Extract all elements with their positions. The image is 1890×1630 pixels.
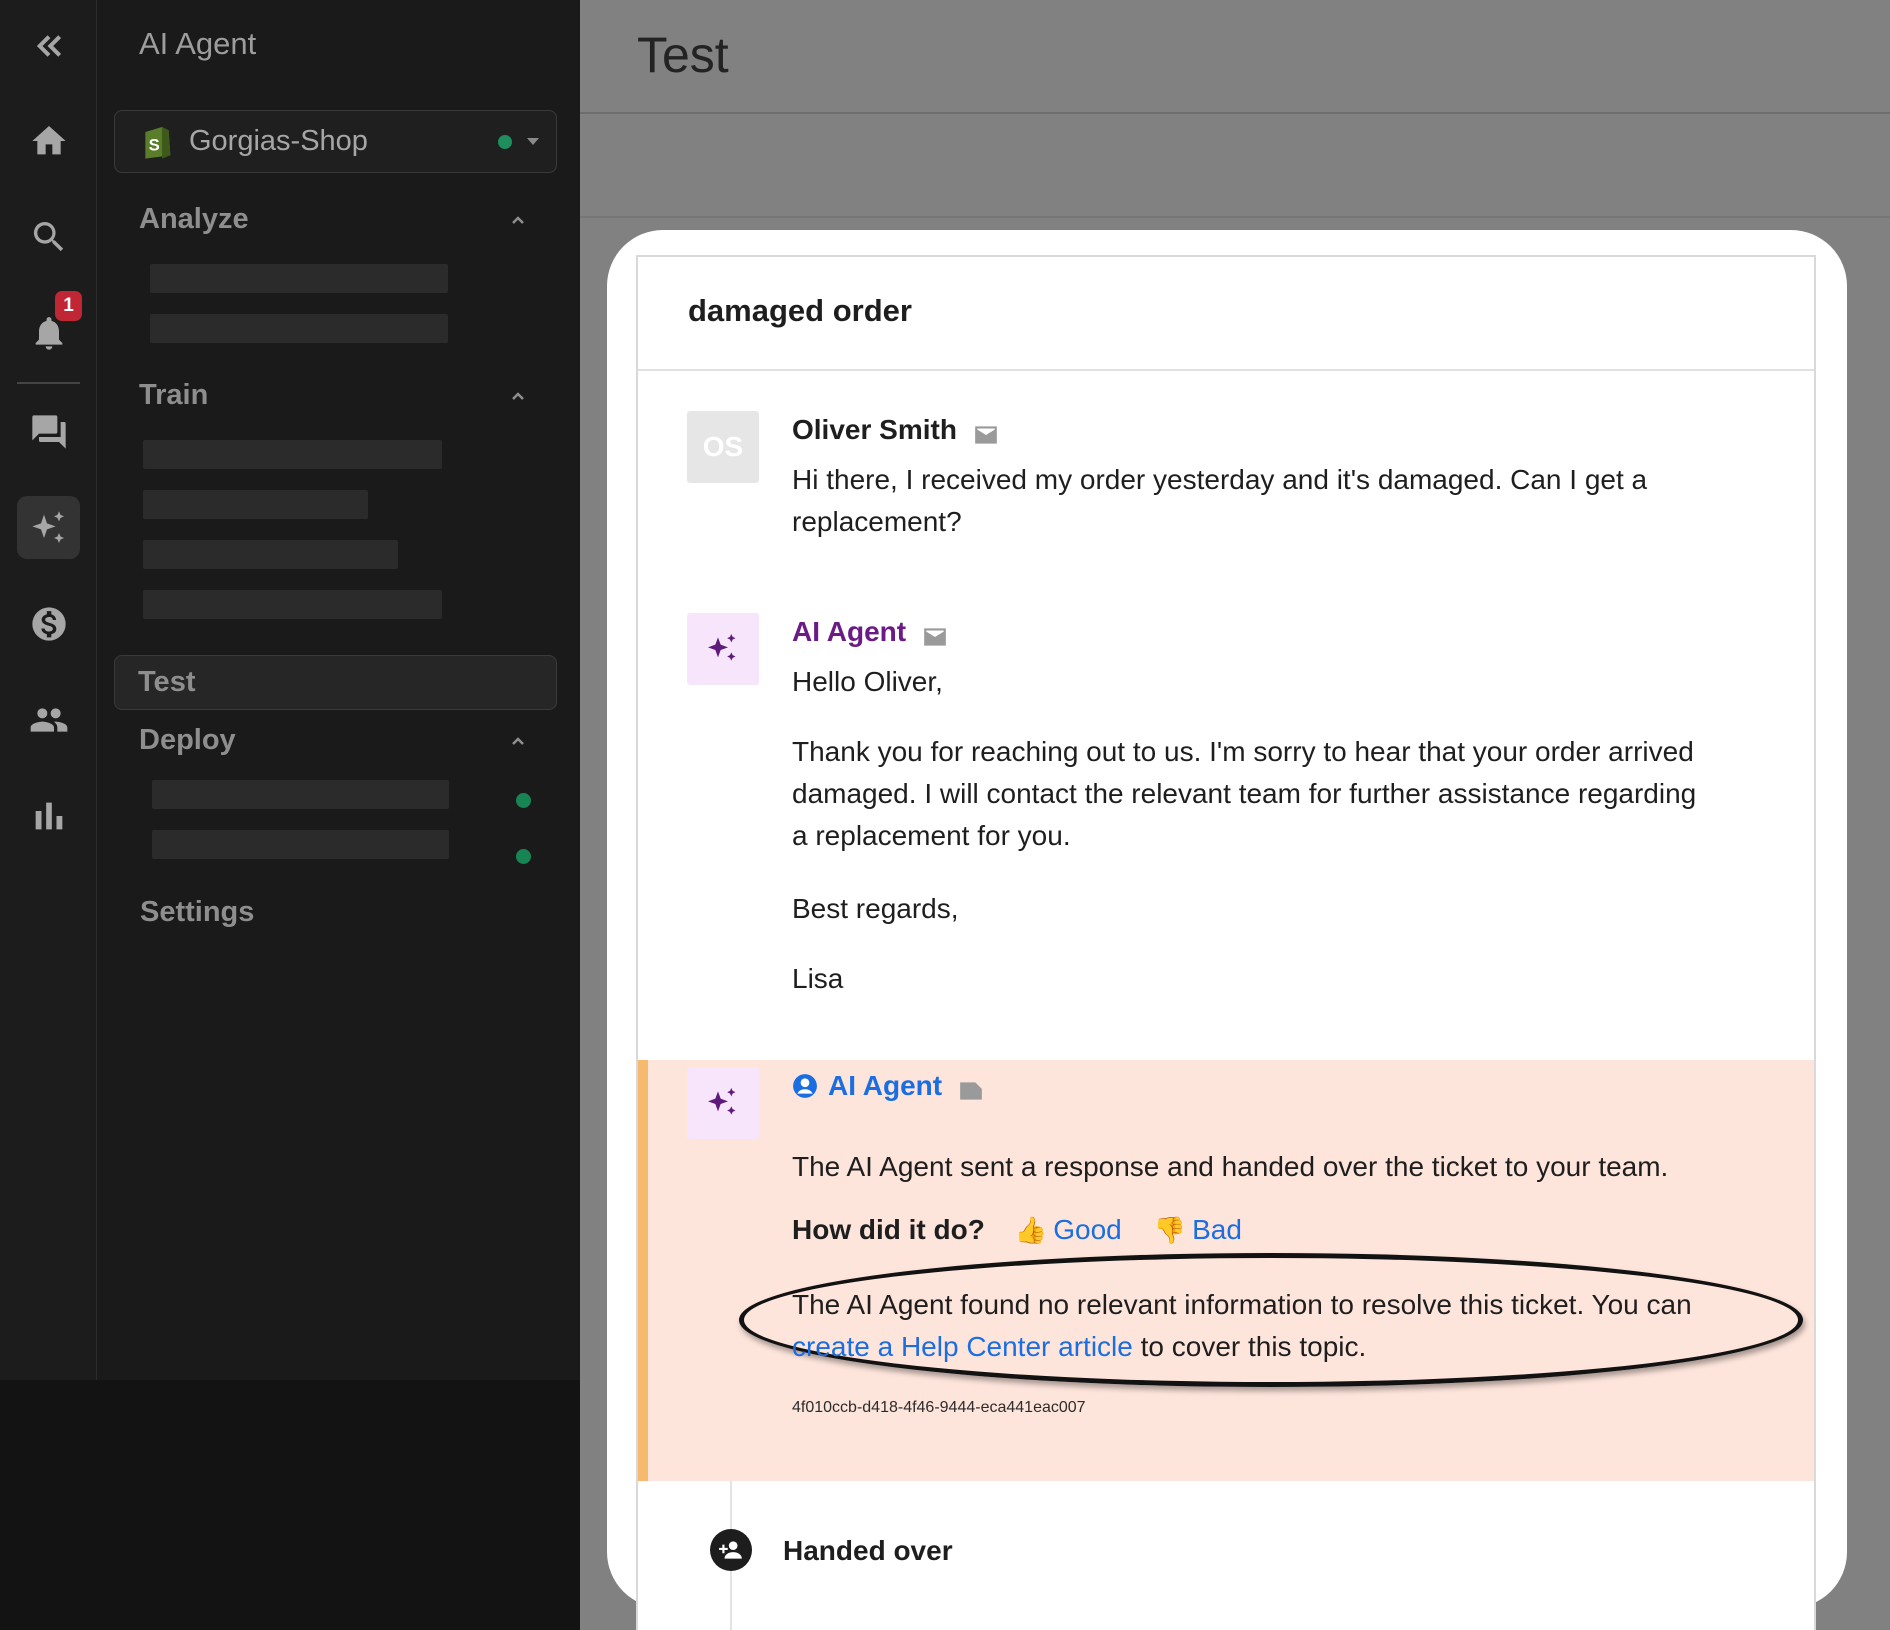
message-greeting: Hello Oliver, [792,666,943,697]
status-event: Handed over [783,1535,953,1566]
nav-section-deploy[interactable]: Deploy [139,724,236,757]
home-button[interactable] [17,109,80,172]
skeleton-item [150,264,448,293]
envelope-icon [973,420,999,444]
user-plus-icon [710,1529,752,1571]
chevron-up-icon[interactable] [511,734,525,748]
feedback-bad-button[interactable]: 👎 Bad [1154,1214,1242,1246]
bar-chart-icon [35,802,62,829]
store-selector[interactable]: S Gorgias-Shop [114,110,557,173]
users-icon [30,707,67,732]
nav-title: AI Agent [139,26,257,61]
page-title: Test [637,27,729,83]
feedback-row: How did it do? 👍 Good 👎 Bad [792,1214,1274,1246]
ai-agent-button[interactable] [17,496,80,559]
event-summary: The AI Agent sent a response and handed … [792,1151,1669,1182]
event-author[interactable]: AI Agent [792,1070,984,1102]
skeleton-item [143,440,442,469]
collapse-icon [36,34,61,57]
message-author: Oliver Smith [792,414,999,446]
create-help-center-article-link[interactable]: create a Help Center article [792,1331,1133,1362]
store-name: Gorgias-Shop [189,125,368,157]
event-note: The AI Agent found no relevant informati… [792,1289,1692,1362]
search-icon [33,221,63,251]
internal-note-icon [958,1076,984,1100]
skeleton-item [150,314,448,343]
message-body: Hi there, I received my order yesterday … [792,464,1648,537]
thumbs-down-icon: 👎 [1153,1214,1187,1245]
sparkles-icon [708,634,736,661]
collapse-sidebar-button[interactable] [17,14,80,77]
icon-rail: 1 [0,0,97,1380]
customers-button[interactable] [17,688,80,751]
skeleton-item [143,540,398,569]
svg-text:S: S [149,135,160,154]
nav-section-analyze[interactable]: Analyze [139,203,249,236]
message-closing: Best regards, [792,893,959,924]
sparkles-icon [31,510,64,543]
sparkles-icon [708,1088,736,1115]
store-status-dot [498,135,512,149]
author-name: Oliver Smith [792,414,957,445]
author-name: AI Agent [792,616,907,647]
statistics-button[interactable] [17,784,80,847]
page-header: Test [580,0,1890,114]
ai-agent-nav: AI Agent S Gorgias-Shop Analyze Train Te… [97,0,580,1380]
message-author: AI Agent [792,616,948,648]
inbox-button[interactable] [17,400,80,463]
envelope-icon [922,622,948,646]
skeleton-item [152,830,449,859]
home-icon [31,125,66,154]
chevron-up-icon[interactable] [511,389,525,403]
rail-divider [17,382,80,384]
feedback-good-button[interactable]: 👍 Good [1015,1214,1122,1246]
chat-icon [31,414,66,449]
feedback-question: How did it do? [792,1214,985,1245]
skeleton-item [152,780,449,809]
message-body: Thank you for reaching out to us. I'm so… [792,736,1697,851]
ai-agent-avatar [687,1067,759,1139]
sidebar-footer [0,1380,580,1630]
ai-agent-avatar [687,613,759,685]
status-dot [516,849,531,864]
thumbs-up-icon: 👍 [1014,1214,1048,1245]
nav-item-settings[interactable]: Settings [140,896,254,929]
author-name: AI Agent [828,1070,943,1101]
chevron-down-icon [527,138,539,145]
notification-badge: 1 [55,291,82,321]
page-subbar [580,114,1890,218]
dollar-icon [31,606,66,641]
nav-item-test[interactable]: Test [114,655,557,710]
skeleton-item [143,490,368,519]
revenue-button[interactable] [17,592,80,655]
message-signature: Lisa [792,963,844,994]
search-button[interactable] [17,205,80,268]
chevron-up-icon[interactable] [511,213,525,227]
ticket-view: damaged order OS Oliver Smith Hi there, … [636,255,1816,1630]
avatar: OS [687,411,759,483]
skeleton-item [143,590,442,619]
user-circle-icon [793,1074,817,1098]
ticket-id: 4f010ccb-d418-4f46-9444-eca441eac007 [792,1399,1086,1416]
nav-section-train[interactable]: Train [139,379,208,412]
ticket-subject: damaged order [638,257,1814,371]
status-dot [516,793,531,808]
shopify-icon: S [145,126,171,159]
